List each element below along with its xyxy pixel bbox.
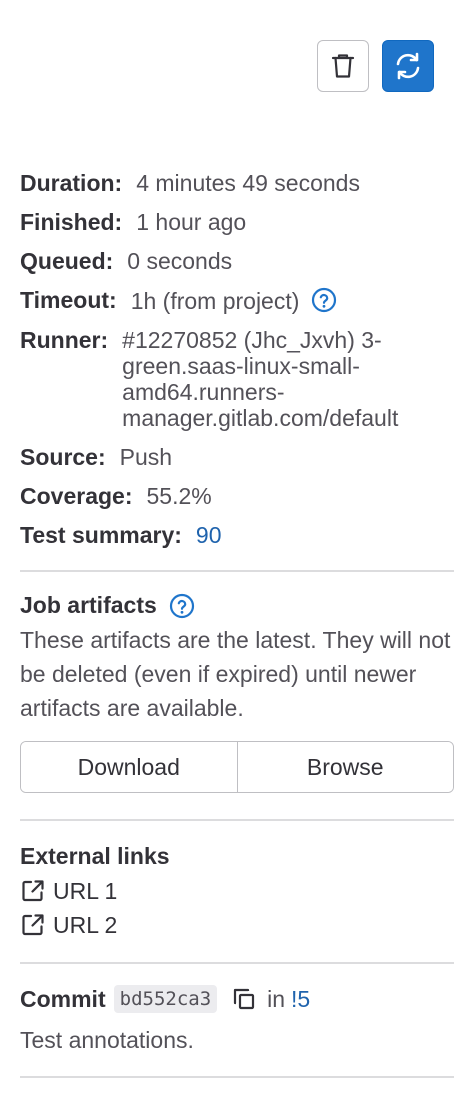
- info-value: 4 minutes 49 seconds: [136, 170, 360, 196]
- question-icon[interactable]: [169, 593, 195, 619]
- retry-icon: [396, 52, 420, 80]
- timeout-value: 1h (from project): [130, 288, 300, 314]
- copy-icon[interactable]: [231, 986, 257, 1012]
- test-summary-row: Test summary: 90: [20, 522, 454, 548]
- external-link-2[interactable]: URL 2: [20, 912, 454, 938]
- test-summary-link[interactable]: 90: [196, 522, 222, 548]
- info-key: Source:: [20, 444, 106, 470]
- external-link-label: URL 2: [53, 911, 118, 938]
- info-key: Runner:: [20, 327, 109, 353]
- erase-job-button[interactable]: [317, 40, 369, 92]
- browse-artifacts-button[interactable]: Browse: [236, 742, 453, 792]
- info-value: Push: [119, 444, 173, 470]
- info-value: 55.2%: [146, 483, 212, 509]
- job-info-list: Duration: 4 minutes 49 seconds Finished:…: [20, 170, 454, 561]
- queued-row: Queued: 0 seconds: [20, 248, 454, 274]
- info-value: #12270852 (Jhc_Jxvh) 3-green.saas-linux-…: [122, 327, 399, 431]
- source-row: Source: Push: [20, 444, 454, 470]
- artifacts-button-group: Download Browse: [20, 741, 454, 793]
- coverage-row: Coverage: 55.2%: [20, 483, 454, 509]
- commit-section: Commit bd552ca3 in !5 Test annotations.: [20, 985, 454, 1054]
- timeout-row: Timeout: 1h (from project): [20, 287, 454, 314]
- retry-job-button[interactable]: [382, 40, 434, 92]
- trash-icon: [331, 54, 355, 78]
- info-value: 1h (from project): [131, 287, 338, 314]
- info-key: Timeout:: [20, 287, 117, 313]
- external-links-section: External links URL 1 URL 2: [20, 843, 454, 938]
- job-artifacts-section: Job artifacts These artifacts are the la…: [20, 592, 454, 725]
- info-value: 1 hour ago: [136, 209, 247, 235]
- artifacts-description: These artifacts are the latest. They wil…: [20, 627, 451, 721]
- external-link-label: URL 1: [53, 877, 118, 904]
- commit-message: Test annotations.: [20, 1027, 194, 1053]
- question-icon[interactable]: [311, 287, 337, 313]
- section-title: Job artifacts: [20, 592, 454, 619]
- artifacts-title: Job artifacts: [20, 592, 157, 618]
- info-key: Finished:: [20, 209, 123, 235]
- download-artifacts-button[interactable]: Download: [21, 742, 237, 792]
- duration-row: Duration: 4 minutes 49 seconds: [20, 170, 454, 196]
- info-value: 0 seconds: [127, 248, 233, 274]
- commit-in-text: in: [267, 985, 286, 1012]
- commit-label: Commit: [20, 985, 106, 1012]
- info-key: Coverage:: [20, 483, 133, 509]
- info-key: Duration:: [20, 170, 123, 196]
- divider: [20, 1076, 454, 1078]
- runner-row: Runner: #12270852 (Jhc_Jxvh) 3-green.saa…: [20, 327, 454, 431]
- external-link-1[interactable]: URL 1: [20, 878, 454, 904]
- divider: [20, 570, 454, 572]
- external-link-icon: [22, 914, 44, 936]
- merge-request-link[interactable]: !5: [291, 986, 310, 1013]
- divider: [20, 962, 454, 964]
- job-sidebar: Duration: 4 minutes 49 seconds Finished:…: [0, 0, 474, 1098]
- info-key: Test summary:: [20, 522, 182, 548]
- external-links-title: External links: [20, 843, 170, 869]
- commit-row: Commit bd552ca3 in !5: [20, 985, 454, 1013]
- job-actions: [317, 40, 434, 92]
- commit-sha-link[interactable]: bd552ca3: [113, 985, 218, 1013]
- external-link-icon: [22, 880, 44, 902]
- divider: [20, 819, 454, 821]
- finished-row: Finished: 1 hour ago: [20, 209, 454, 235]
- info-key: Queued:: [20, 248, 114, 274]
